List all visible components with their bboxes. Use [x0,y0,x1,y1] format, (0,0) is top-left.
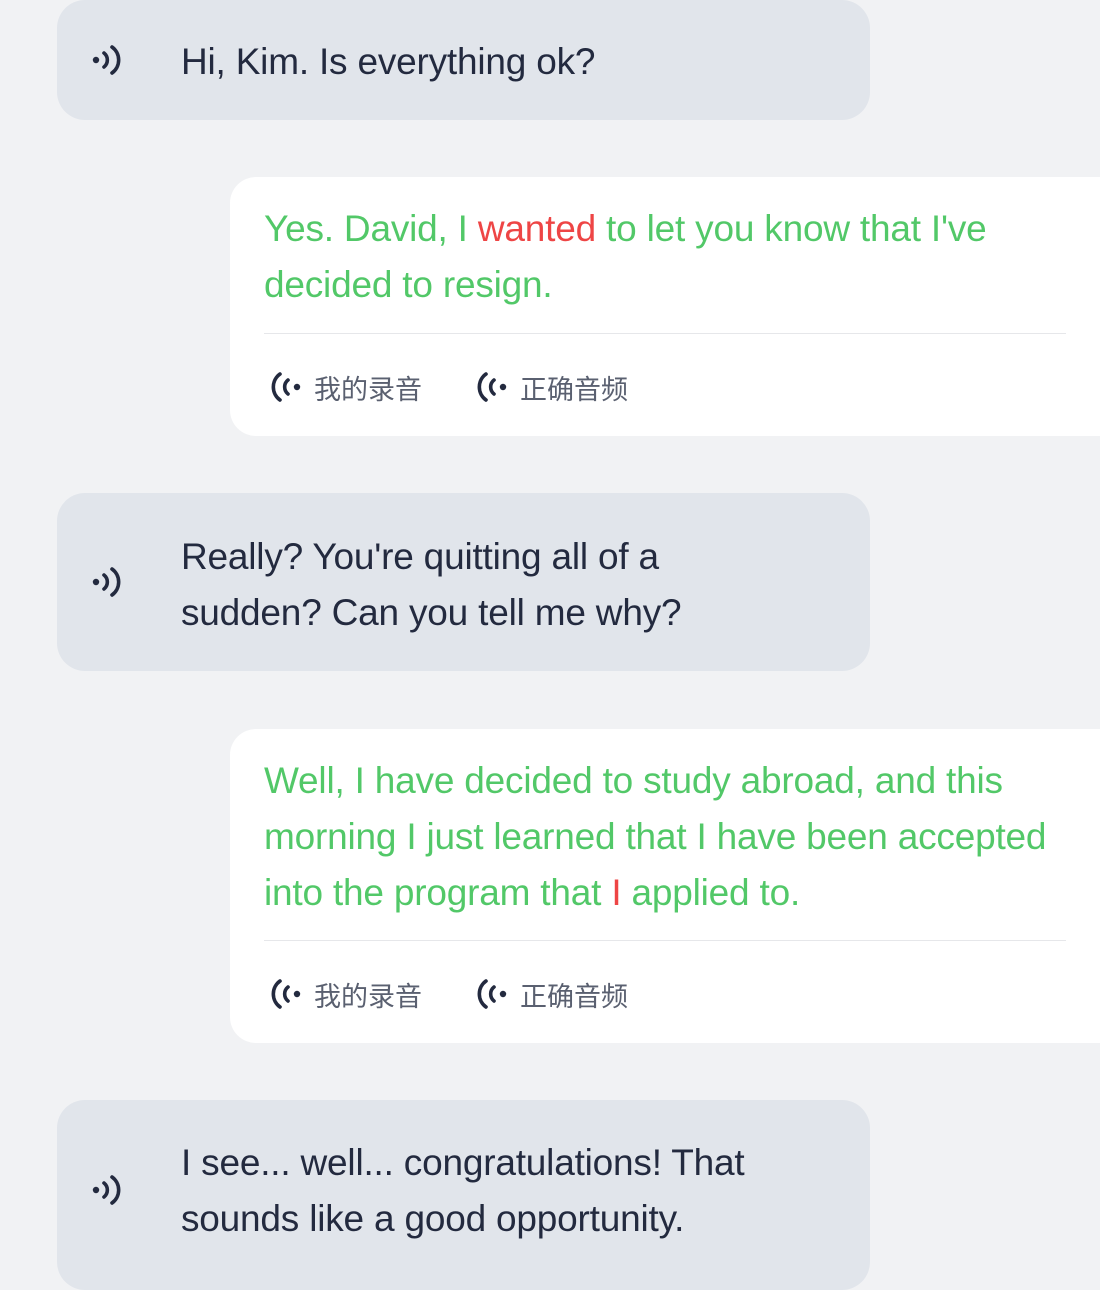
speaker-icon[interactable] [89,40,129,80]
prompt-line: sudden? Can you tell me why? [181,592,682,633]
audio-wave-icon [271,979,301,1009]
prompt-bubble[interactable]: Hi, Kim. Is everything ok? [57,0,870,120]
correct-audio-button[interactable]: 正确音频 [474,975,628,1014]
my-recording-label: 我的录音 [314,981,422,1013]
speaker-icon[interactable] [89,1170,129,1210]
response-segment: Yes. David, I [264,208,478,249]
prompt-text: I see... well... congratulations! That s… [181,1135,830,1247]
correct-audio-label: 正确音频 [520,374,628,406]
prompt-text: Really? You're quitting all of a sudden?… [181,529,830,641]
prompt-line: Really? You're quitting all of a [181,536,659,577]
divider [264,940,1066,941]
prompt-text: Hi, Kim. Is everything ok? [181,41,596,82]
speaker-icon[interactable] [89,562,129,602]
response-text: Yes. David, I wanted to let you know tha… [264,201,1070,313]
my-recording-label: 我的录音 [314,374,422,406]
prompt-line: I see... well... congratulations! That [181,1142,745,1183]
audio-wave-icon [477,372,507,402]
divider [264,333,1066,334]
correct-audio-label: 正确音频 [520,981,628,1013]
audio-wave-icon [271,372,301,402]
response-segment-error: wanted [477,208,596,249]
audio-wave-icon [477,979,507,1009]
audio-controls: 我的录音 正确音频 [268,972,680,1016]
response-segment-error: I [611,872,622,913]
prompt-bubble[interactable]: I see... well... congratulations! That s… [57,1100,870,1290]
prompt-line: sounds like a good opportunity. [181,1198,685,1239]
response-bubble: Well, I have decided to study abroad, an… [230,729,1100,1043]
response-segment: applied to. [621,872,801,913]
response-text: Well, I have decided to study abroad, an… [264,753,1070,921]
my-recording-button[interactable]: 我的录音 [268,368,422,407]
my-recording-button[interactable]: 我的录音 [268,975,422,1014]
prompt-bubble[interactable]: Really? You're quitting all of a sudden?… [57,493,870,671]
audio-controls: 我的录音 正确音频 [268,365,680,409]
response-bubble: Yes. David, I wanted to let you know tha… [230,177,1100,436]
correct-audio-button[interactable]: 正确音频 [474,368,628,407]
